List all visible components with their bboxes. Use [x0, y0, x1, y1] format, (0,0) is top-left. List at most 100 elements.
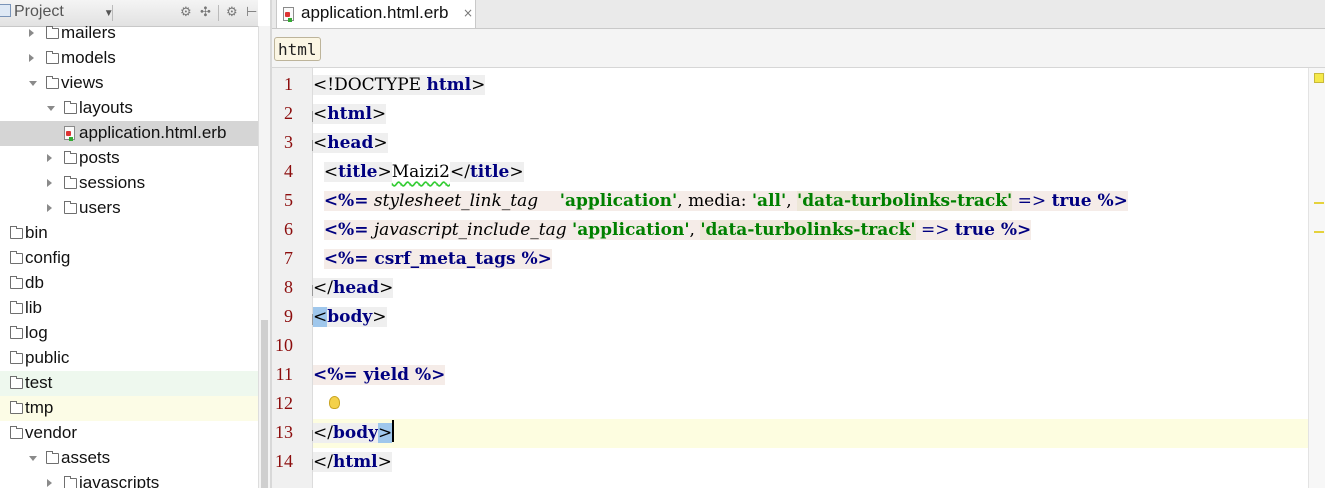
code-line-4[interactable]: <title>Maizi2</title>	[313, 158, 1308, 187]
line-number: 9	[284, 306, 293, 326]
folder-icon	[10, 226, 23, 239]
tree-item-tmp[interactable]: tmp	[0, 396, 258, 421]
hide-panel-icon[interactable]: ⊢	[246, 5, 257, 20]
tree-item-label: log	[25, 323, 48, 342]
toolbar-divider	[218, 5, 219, 21]
chevron-right-icon[interactable]	[29, 54, 34, 62]
tree-item-lib[interactable]: lib	[0, 296, 258, 321]
code-line-14[interactable]: </html>	[313, 448, 1308, 477]
chevron-down-icon[interactable]	[29, 456, 37, 461]
line-number: 13	[275, 422, 293, 442]
chevron-down-icon[interactable]	[29, 81, 37, 86]
error-stripe[interactable]	[1308, 68, 1325, 488]
close-icon[interactable]: ×	[463, 6, 473, 20]
code-line-3[interactable]: <head>	[313, 129, 1308, 158]
breadcrumb-html[interactable]: html	[274, 37, 321, 61]
tree-item-label: sessions	[79, 173, 146, 192]
line-number: 11	[275, 364, 293, 384]
tree-item-mailers[interactable]: mailers	[0, 21, 258, 46]
code-line-8[interactable]: </head>	[313, 274, 1308, 303]
title-close-tag: </title>	[449, 162, 524, 182]
folder-icon	[10, 351, 23, 364]
code-line-9[interactable]: <body>	[313, 303, 1308, 332]
title-open-tag: <title>	[323, 162, 392, 182]
code-line-10[interactable]	[313, 332, 1308, 361]
tree-item-bin[interactable]: bin	[0, 221, 258, 246]
tree-item-label: layouts	[79, 98, 133, 117]
line-number: 1	[284, 74, 293, 94]
tree-item-log[interactable]: log	[0, 321, 258, 346]
folder-icon	[64, 101, 77, 114]
tree-item-models[interactable]: models	[0, 46, 258, 71]
breadcrumb-bar: html	[272, 29, 1325, 68]
tree-item-test[interactable]: test	[0, 371, 258, 396]
intention-bulb-icon[interactable]	[329, 396, 340, 409]
erb-javascript-tag: <%= javascript_include_tag 'application'…	[323, 220, 1032, 240]
tree-item-label: mailers	[61, 23, 116, 42]
tree-item-label: views	[61, 73, 104, 92]
tree-item-label: bin	[25, 223, 48, 242]
chevron-right-icon[interactable]	[29, 29, 34, 37]
chevron-right-icon[interactable]	[47, 154, 52, 162]
tree-item-users[interactable]: users	[0, 196, 258, 221]
code-line-5[interactable]: <%= stylesheet_link_tag 'application', m…	[313, 187, 1308, 216]
code-line-13[interactable]: </body>	[313, 419, 1308, 448]
project-scrollbar-thumb[interactable]	[261, 320, 268, 488]
toolbar-divider	[112, 5, 113, 21]
chevron-right-icon[interactable]	[47, 179, 52, 187]
tree-item-label: posts	[79, 148, 120, 167]
tree-item-sessions[interactable]: sessions	[0, 171, 258, 196]
tree-item-views[interactable]: views	[0, 71, 258, 96]
line-number: 4	[284, 161, 293, 181]
editor-tab-application-html-erb[interactable]: application.html.erb ×	[276, 0, 476, 28]
project-tree: mailers models views layouts application.htm…	[0, 21, 258, 488]
tree-item-layouts[interactable]: layouts	[0, 96, 258, 121]
tree-item-application-html-erb[interactable]: application.html.erb	[0, 121, 258, 146]
folder-icon	[46, 51, 59, 64]
tree-item-assets[interactable]: assets	[0, 446, 258, 471]
folder-icon	[10, 301, 23, 314]
tree-item-vendor[interactable]: vendor	[0, 421, 258, 446]
line-number: 6	[284, 219, 293, 239]
collapse-all-icon[interactable]: ✣	[200, 5, 211, 20]
code-line-1[interactable]: <!DOCTYPE html>	[313, 71, 1308, 100]
tree-item-label: lib	[25, 298, 43, 317]
line-number-gutter[interactable]: 1 2 3 4 5 6 7 8 9 10 11 12 13 14	[272, 68, 323, 488]
tree-item-public[interactable]: public	[0, 346, 258, 371]
inspection-status-icon[interactable]	[1314, 73, 1324, 83]
tree-item-label: users	[79, 198, 121, 217]
code-line-2[interactable]: <html>	[313, 100, 1308, 129]
tree-item-label: test	[25, 373, 53, 392]
code-line-6[interactable]: <%= javascript_include_tag 'application'…	[313, 216, 1308, 245]
folder-icon	[10, 401, 23, 414]
warning-marker[interactable]	[1314, 231, 1324, 233]
settings-gear-icon[interactable]: ⚙	[226, 5, 238, 20]
folder-icon	[64, 201, 77, 214]
project-icon	[0, 4, 11, 17]
chevron-down-icon[interactable]	[47, 106, 55, 111]
line-number: 7	[284, 248, 293, 268]
code-editor[interactable]: <!DOCTYPE html> <html> <head> <title>Mai…	[313, 68, 1308, 488]
tree-item-posts[interactable]: posts	[0, 146, 258, 171]
code-line-7[interactable]: <%= csrf_meta_tags %>	[313, 245, 1308, 274]
folder-icon	[64, 476, 77, 488]
erb-yield-tag: <%= yield %>	[313, 365, 446, 385]
chevron-right-icon[interactable]	[47, 204, 52, 212]
scroll-from-source-icon[interactable]: ⚙	[180, 5, 192, 20]
code-line-12[interactable]	[313, 390, 1308, 419]
code-line-11[interactable]: <%= yield %>	[313, 361, 1308, 390]
warning-marker[interactable]	[1314, 202, 1324, 204]
erb-stylesheet-tag: <%= stylesheet_link_tag 'application', m…	[323, 191, 1128, 211]
chevron-right-icon[interactable]	[47, 479, 52, 487]
tree-item-javascripts[interactable]: javascripts	[0, 471, 258, 488]
tree-item-label: config	[25, 248, 71, 267]
tree-item-db[interactable]: db	[0, 271, 258, 296]
tree-item-config[interactable]: config	[0, 246, 258, 271]
folder-icon	[10, 251, 23, 264]
folder-icon	[64, 151, 77, 164]
line-number: 14	[275, 451, 293, 471]
line-number: 12	[275, 393, 293, 413]
erb-file-icon	[283, 7, 294, 22]
project-view-selector[interactable]: Project ▼	[0, 3, 114, 21]
project-panel: Project ▼ ⚙ ✣ ⚙ ⊢ mailers models views layou…	[0, 0, 258, 488]
